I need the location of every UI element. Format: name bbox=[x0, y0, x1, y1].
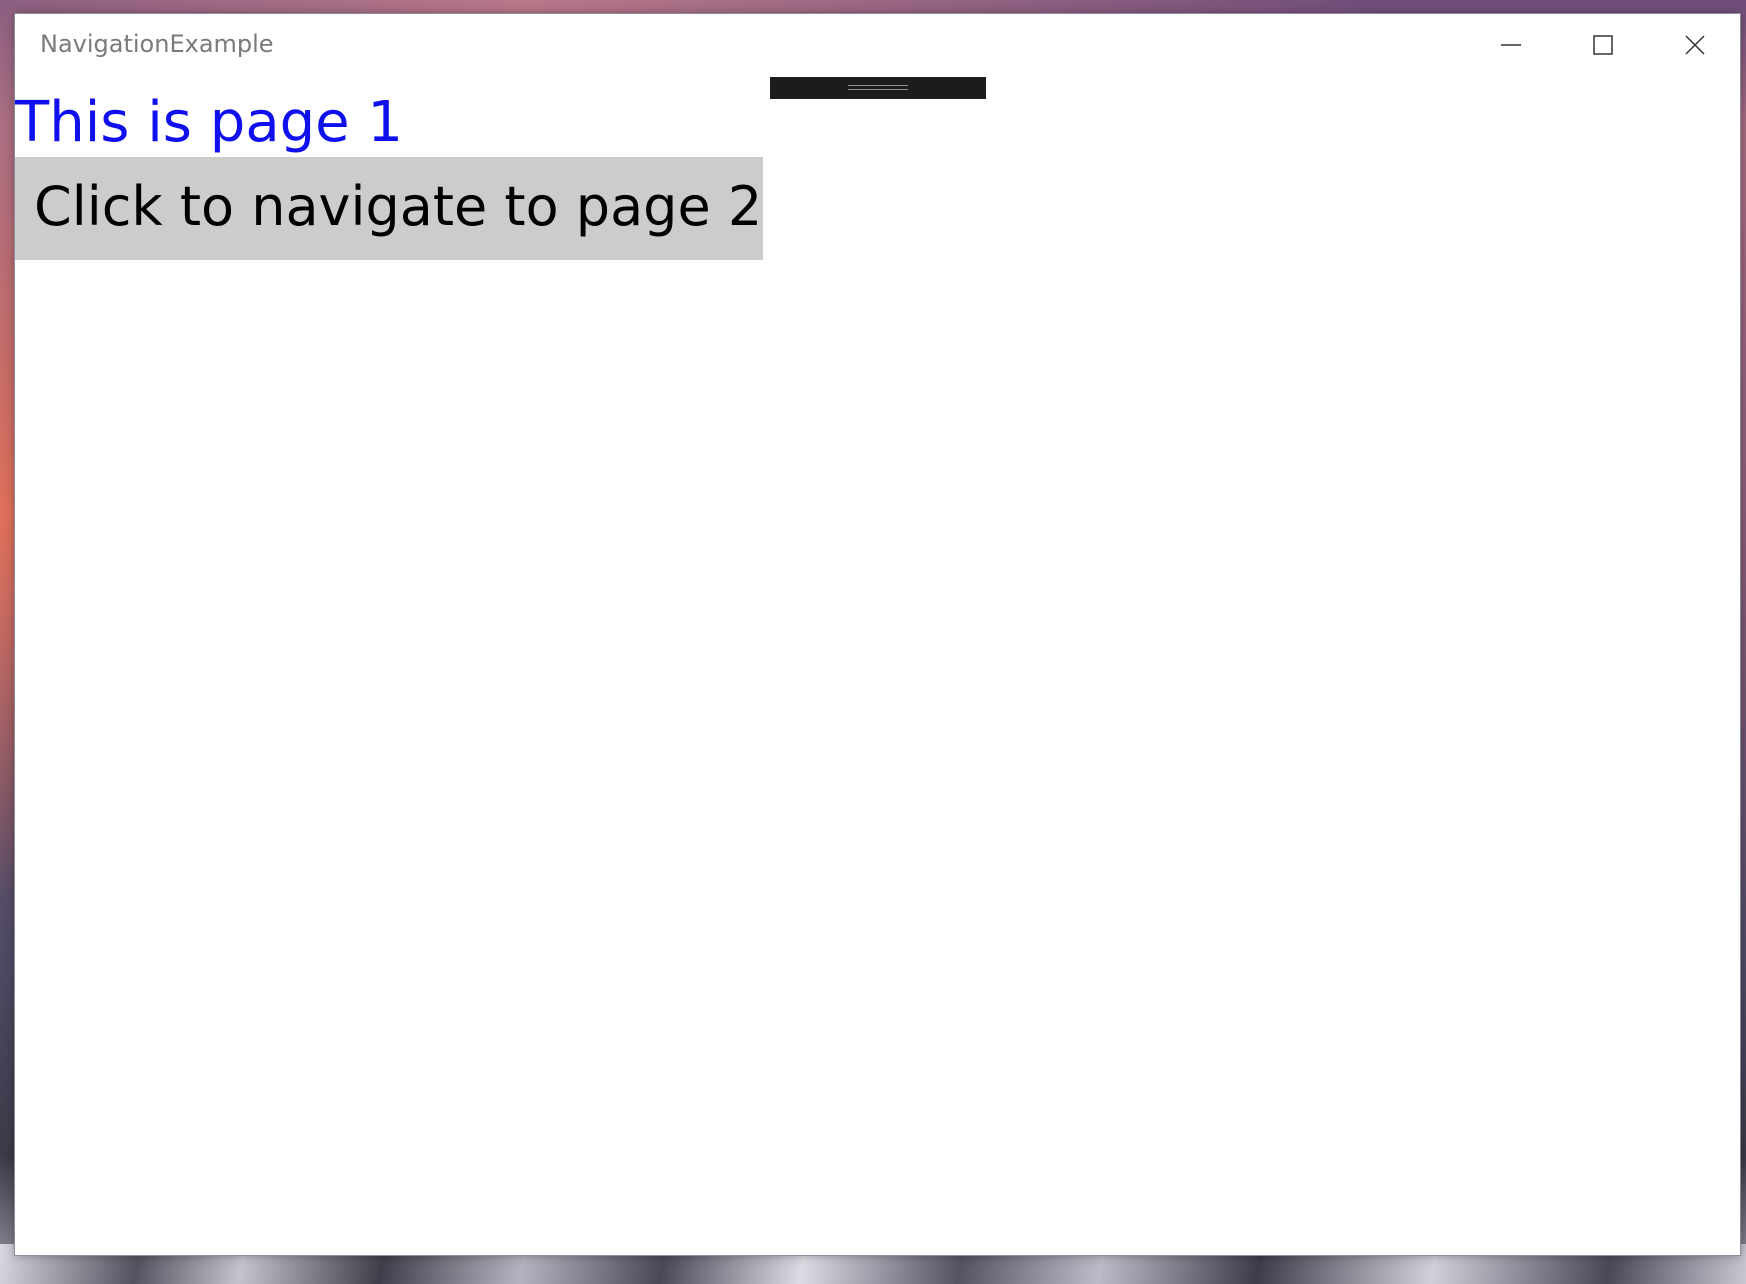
grip-line bbox=[848, 89, 908, 90]
navigate-button-label: Click to navigate to page 2 bbox=[34, 175, 763, 238]
maximize-button[interactable] bbox=[1557, 14, 1649, 76]
page-heading: This is page 1 bbox=[15, 90, 404, 155]
minimize-icon bbox=[1501, 44, 1521, 46]
grip-line bbox=[848, 85, 908, 86]
minimize-button[interactable] bbox=[1465, 14, 1557, 76]
navigate-to-page-2-button[interactable]: Click to navigate to page 2 bbox=[15, 157, 763, 260]
maximize-icon bbox=[1593, 35, 1613, 55]
close-button[interactable] bbox=[1649, 14, 1741, 76]
title-bar[interactable]: NavigationExample bbox=[15, 14, 1740, 76]
drag-handle[interactable] bbox=[770, 77, 986, 99]
app-window: NavigationExample This is page 1 Click t… bbox=[15, 14, 1740, 1255]
close-icon bbox=[1685, 35, 1705, 55]
window-title: NavigationExample bbox=[40, 30, 274, 58]
